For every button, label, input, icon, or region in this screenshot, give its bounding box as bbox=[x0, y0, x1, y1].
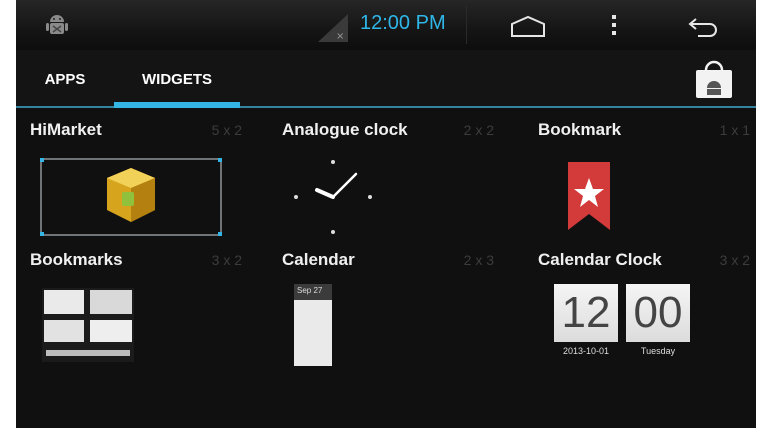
calendar-clock-preview: 12 00 2013-10-01 Tuesday bbox=[554, 284, 690, 366]
calendar-preview: Sep 27 bbox=[294, 284, 332, 366]
widget-himarket[interactable]: HiMarket 5 x 2 bbox=[16, 108, 266, 236]
widget-analogue-clock[interactable]: Analogue clock 2 x 2 bbox=[268, 108, 518, 236]
signal-icon: × bbox=[318, 14, 348, 42]
widget-title: HiMarket bbox=[30, 120, 102, 139]
widget-calendar-clock[interactable]: Calendar Clock 3 x 2 12 00 2013-10-01 Tu… bbox=[524, 238, 756, 366]
bookmarks-preview bbox=[42, 288, 134, 362]
tab-widgets[interactable]: WIDGETS bbox=[114, 50, 240, 108]
widget-bookmark[interactable]: Bookmark 1 x 1 bbox=[524, 108, 756, 236]
overflow-menu-icon[interactable] bbox=[608, 12, 620, 38]
flip-clock-date: 2013-10-01 bbox=[562, 346, 610, 356]
widget-size: 3 x 2 bbox=[719, 252, 750, 268]
flip-clock-weekday: Tuesday bbox=[640, 346, 676, 356]
widget-title: Calendar bbox=[282, 250, 355, 269]
widget-title: Bookmarks bbox=[30, 250, 123, 269]
flip-clock-minutes: 00 bbox=[626, 284, 690, 342]
svg-text:×: × bbox=[336, 31, 344, 42]
widget-size: 5 x 2 bbox=[211, 122, 242, 138]
widget-size: 3 x 2 bbox=[211, 252, 242, 268]
widget-bookmarks[interactable]: Bookmarks 3 x 2 bbox=[16, 238, 266, 366]
home-icon[interactable] bbox=[509, 14, 547, 38]
calendar-date: Sep 27 bbox=[294, 284, 332, 300]
tab-apps[interactable]: APPS bbox=[30, 50, 100, 108]
status-clock: 12:00 PM bbox=[360, 12, 446, 34]
widget-title: Bookmark bbox=[538, 120, 622, 139]
android-debug-icon bbox=[46, 15, 68, 34]
bookmark-ribbon-icon bbox=[568, 162, 610, 230]
widget-title: Analogue clock bbox=[282, 120, 408, 139]
widget-size: 1 x 1 bbox=[719, 122, 750, 138]
analogue-clock-preview bbox=[294, 160, 372, 234]
back-icon[interactable] bbox=[686, 14, 720, 38]
tab-bar: APPS WIDGETS bbox=[16, 50, 756, 108]
status-bar: × 12:00 PM bbox=[16, 0, 756, 50]
widget-calendar[interactable]: Calendar 2 x 3 Sep 27 bbox=[268, 238, 518, 366]
widget-size: 2 x 3 bbox=[463, 252, 494, 268]
widget-title: Calendar Clock bbox=[538, 250, 662, 269]
flip-clock-hours: 12 bbox=[554, 284, 618, 342]
himarket-preview bbox=[40, 158, 222, 236]
launcher-screen: × 12:00 PM APPS WIDGETS HiMarket 5 x 2 A… bbox=[16, 0, 756, 428]
tab-widgets-label: WIDGETS bbox=[142, 71, 212, 88]
divider bbox=[466, 6, 467, 44]
widget-size: 2 x 2 bbox=[463, 122, 494, 138]
play-store-icon[interactable] bbox=[694, 56, 734, 100]
